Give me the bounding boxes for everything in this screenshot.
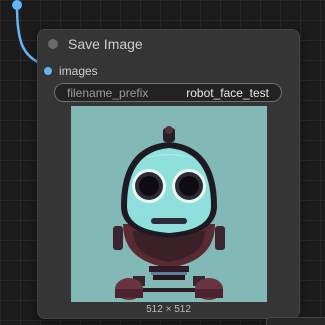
output-slot-dot[interactable] [12,0,22,10]
input-slot-label: images [59,64,98,78]
filename-prefix-field[interactable]: filename_prefix robot_face_test [54,83,282,102]
node-title: Save Image [68,36,143,52]
graph-canvas[interactable]: Save Image images filename_prefix robot_… [0,0,325,325]
input-slot-images[interactable]: images [38,63,98,79]
minimap-corner[interactable] [266,317,325,325]
image-preview[interactable] [71,106,267,302]
collapse-toggle-icon[interactable] [48,39,58,49]
filename-prefix-label: filename_prefix [67,85,149,100]
filename-prefix-value[interactable]: robot_face_test [186,86,269,100]
robot-face-image [71,106,267,302]
image-dimensions: 512 × 512 [146,304,191,315]
save-image-node[interactable]: Save Image images filename_prefix robot_… [37,29,300,319]
input-slot-dot[interactable] [44,67,52,75]
node-header[interactable]: Save Image [38,30,299,58]
